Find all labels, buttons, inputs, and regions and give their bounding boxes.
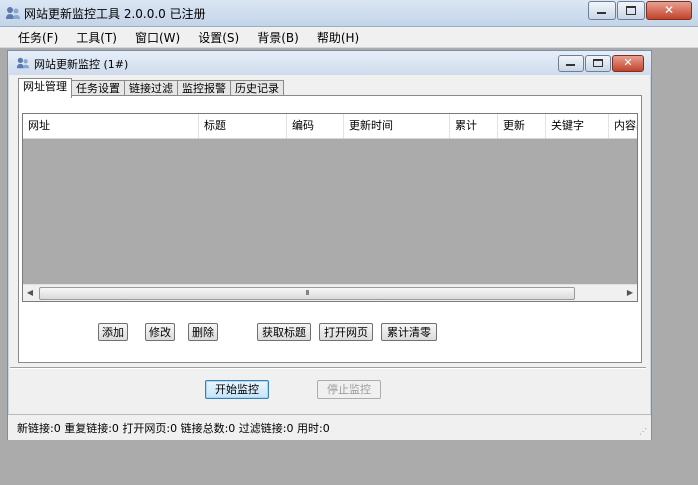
minimize-icon	[597, 12, 606, 14]
separator	[10, 367, 646, 369]
reset-count-button[interactable]: 累计清零	[381, 323, 437, 341]
get-title-button[interactable]: 获取标题	[257, 323, 311, 341]
delete-button[interactable]: 删除	[188, 323, 218, 341]
column-header-updates[interactable]: 更新	[498, 114, 546, 138]
close-icon: ✕	[663, 3, 675, 17]
horizontal-scrollbar[interactable]: ◀ III ▶	[23, 284, 637, 301]
maximize-icon	[593, 59, 603, 67]
users-icon	[16, 57, 30, 69]
column-header-update-time[interactable]: 更新时间	[344, 114, 450, 138]
column-header-url[interactable]: 网址	[23, 114, 199, 138]
open-page-button[interactable]: 打开网页	[319, 323, 373, 341]
menu-task[interactable]: 任务(F)	[10, 29, 66, 46]
menubar: 任务(F) 工具(T) 窗口(W) 设置(S) 背景(B) 帮助(H)	[0, 27, 698, 48]
menu-background[interactable]: 背景(B)	[249, 29, 307, 46]
scrollbar-thumb[interactable]: III	[39, 287, 575, 300]
maximize-icon	[626, 6, 636, 15]
child-maximize-button[interactable]	[585, 55, 611, 72]
tab-strip: 网址管理 任务设置 链接过滤 监控报警 历史记录	[18, 78, 284, 98]
status-bar: 新链接:0 重复链接:0 打开网页:0 链接总数:0 过滤链接:0 用时:0 ⋰	[8, 414, 651, 440]
resize-grip-icon[interactable]: ⋰	[639, 427, 647, 436]
start-monitor-button[interactable]: 开始监控	[205, 380, 269, 399]
menu-help[interactable]: 帮助(H)	[309, 29, 367, 46]
url-list[interactable]: 网址 标题 编码 更新时间 累计 更新 关键字 内容品 ◀ III ▶	[22, 113, 638, 302]
edit-button[interactable]: 修改	[145, 323, 175, 341]
app-title-bar[interactable]: 网站更新监控工具 2.0.0.0 已注册 ✕	[0, 0, 698, 27]
column-header-keyword[interactable]: 关键字	[546, 114, 609, 138]
column-header-encoding[interactable]: 编码	[287, 114, 344, 138]
column-header-title[interactable]: 标题	[199, 114, 287, 138]
monitor-child-window: 网站更新监控 (1#) ✕ 网址管理 任务设置 链接过滤 监控报警 历史记录 网…	[7, 50, 652, 440]
scroll-left-icon[interactable]: ◀	[23, 285, 37, 301]
scrollbar-grip: III	[305, 289, 309, 297]
stop-monitor-button[interactable]: 停止监控	[317, 380, 381, 399]
menu-window[interactable]: 窗口(W)	[127, 29, 188, 46]
minimize-button[interactable]	[588, 1, 616, 20]
minimize-icon	[566, 64, 575, 66]
scroll-right-icon[interactable]: ▶	[623, 285, 637, 301]
maximize-button[interactable]	[617, 1, 645, 20]
child-title: 网站更新监控 (1#)	[34, 58, 129, 71]
child-close-button[interactable]: ✕	[612, 55, 644, 72]
status-text: 新链接:0 重复链接:0 打开网页:0 链接总数:0 过滤链接:0 用时:0	[17, 422, 330, 435]
menu-tools[interactable]: 工具(T)	[68, 29, 125, 46]
close-button[interactable]: ✕	[646, 1, 692, 20]
column-header-total[interactable]: 累计	[450, 114, 498, 138]
app-title: 网站更新监控工具 2.0.0.0 已注册	[24, 7, 206, 21]
child-minimize-button[interactable]	[558, 55, 584, 72]
add-button[interactable]: 添加	[98, 323, 128, 341]
users-icon	[6, 7, 20, 19]
url-management-panel: 网址 标题 编码 更新时间 累计 更新 关键字 内容品 ◀ III ▶ 添加 修…	[18, 95, 642, 363]
tab-url-management[interactable]: 网址管理	[18, 78, 72, 98]
menu-settings[interactable]: 设置(S)	[190, 29, 247, 46]
child-title-bar[interactable]: 网站更新监控 (1#) ✕	[8, 51, 651, 75]
column-header-content[interactable]: 内容品	[609, 114, 637, 138]
list-header: 网址 标题 编码 更新时间 累计 更新 关键字 内容品	[23, 114, 637, 139]
close-icon: ✕	[623, 56, 633, 69]
